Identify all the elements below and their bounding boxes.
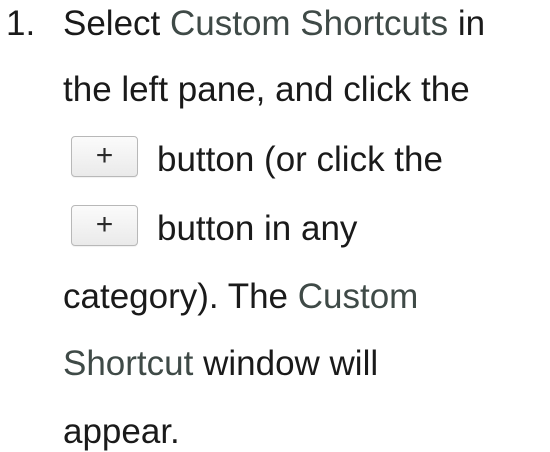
instruction-line-4: + button in any (63, 205, 358, 251)
instruction-text: appear. (63, 412, 180, 451)
ui-reference-shortcut: Shortcut (63, 344, 194, 383)
step-number: 1. (6, 4, 36, 43)
instruction-line-6: Shortcut window will (63, 346, 378, 381)
instruction-text: window will (193, 344, 379, 383)
instruction-text: button (or click the (157, 139, 443, 179)
instruction-line-7: appear. (63, 414, 180, 449)
instruction-line-1: Select Custom Shortcuts in (63, 6, 485, 41)
instruction-text: Select (63, 4, 170, 43)
instruction-text: button in any (157, 208, 358, 248)
instruction-step: 1. Select Custom Shortcuts in the left p… (0, 0, 550, 452)
instruction-text: in (448, 4, 486, 43)
instruction-text: category). The (63, 277, 298, 316)
instruction-line-3: + button (or click the (63, 136, 443, 182)
add-category-shortcut-button: + (71, 205, 138, 246)
instruction-line-2: the left pane, and click the (63, 72, 470, 107)
ui-reference-custom-shortcuts: Custom Shortcuts (170, 4, 449, 43)
instruction-line-5: category). The Custom (63, 279, 418, 314)
instruction-text: the left pane, and click the (63, 70, 470, 109)
ui-reference-custom: Custom (297, 277, 419, 316)
add-shortcut-button: + (71, 136, 138, 177)
